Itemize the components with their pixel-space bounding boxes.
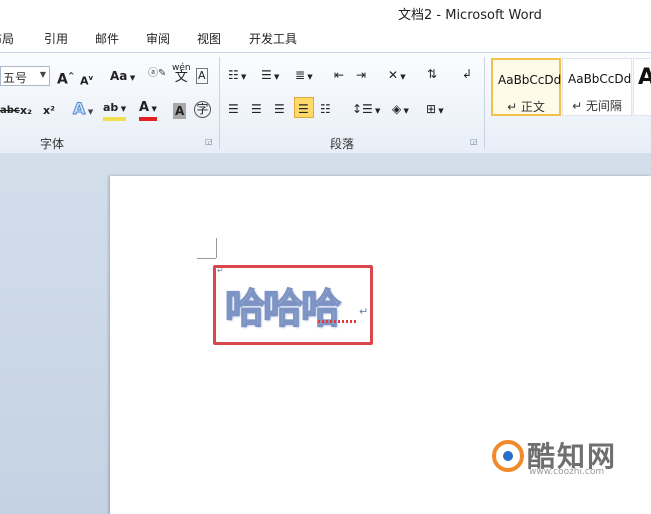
font-group-label: 字体 <box>40 137 65 151</box>
align-center-icon[interactable]: ☰ <box>251 101 262 117</box>
tab-mailings[interactable]: 邮件 <box>95 30 119 47</box>
style-sample: A <box>638 65 651 90</box>
tab-developer[interactable]: 开发工具 <box>249 30 297 47</box>
style-name: ↵ 正文 <box>507 100 545 114</box>
enclose-characters-button[interactable]: 字 <box>194 101 211 118</box>
paragraph-group-label: 段落 <box>330 137 355 151</box>
text-effect-button[interactable]: A ▼ <box>72 100 93 120</box>
watermark-url: www.coozhi.com <box>529 467 605 477</box>
window-title: 文档2 - Microsoft Word <box>398 8 542 23</box>
style-no-spacing[interactable]: AaBbCcDd ↵ 无间隔 <box>562 58 632 116</box>
grow-font-button[interactable]: A^ <box>57 68 75 88</box>
font-size-value: 五号 <box>3 71 28 85</box>
ribbon-tabs: 布局 引用 邮件 审阅 视图 开发工具 <box>0 24 651 52</box>
character-shading-button[interactable]: A <box>173 103 187 119</box>
paragraph-dialog-launcher-icon[interactable]: ◲ <box>470 137 478 146</box>
shrink-font-button[interactable]: Av <box>80 70 93 90</box>
highlight-color-button[interactable]: ab ▼ <box>103 100 127 121</box>
chevron-down-icon: ▼ <box>39 70 46 79</box>
text-highlight-box <box>213 265 373 345</box>
multilevel-list-icon[interactable]: ≣ ▼ <box>295 67 313 85</box>
superscript-button[interactable]: x² <box>43 103 55 119</box>
align-right-icon[interactable]: ☰ <box>274 101 285 117</box>
font-dialog-launcher-icon[interactable]: ◲ <box>205 137 213 146</box>
group-divider <box>484 57 485 149</box>
group-divider <box>219 57 220 149</box>
change-case-button[interactable]: Aa ▼ <box>110 68 135 86</box>
decrease-indent-icon[interactable]: ⇤ <box>334 67 344 83</box>
phonetic-guide-button[interactable]: wén 文 <box>172 63 191 84</box>
show-marks-icon[interactable]: ↲ <box>462 66 472 82</box>
clear-format-icon[interactable]: ⓐ✎ <box>148 66 166 82</box>
strikethrough-button[interactable]: abc <box>0 103 20 119</box>
margin-corner-mark <box>197 258 216 259</box>
style-sample: AaBbCcDd <box>498 73 562 87</box>
style-sample: AaBbCcDd <box>568 72 632 86</box>
font-color-button[interactable]: A ▼ <box>139 100 157 121</box>
watermark: 酷知网 www.coozhi.com <box>491 437 651 485</box>
margin-corner-mark <box>216 238 217 258</box>
borders-icon[interactable]: ⊞ ▼ <box>426 101 444 119</box>
sort-icon[interactable]: ⇅ <box>427 66 437 82</box>
distributed-icon[interactable]: ☷ <box>320 101 331 117</box>
align-left-icon[interactable]: ☰ <box>228 101 239 117</box>
character-border-button[interactable]: A <box>196 68 208 84</box>
tab-references[interactable]: 引用 <box>44 30 68 47</box>
title-bar: 文档2 - Microsoft Word <box>0 0 651 24</box>
tab-review[interactable]: 审阅 <box>146 30 170 47</box>
style-normal[interactable]: AaBbCcDd ↵ 正文 <box>491 58 561 116</box>
tab-layout[interactable]: 布局 <box>0 30 14 47</box>
chinese-layout-icon[interactable]: ✕ ▼ <box>388 67 406 85</box>
font-size-select[interactable]: 五号 ▼ <box>0 66 50 86</box>
increase-indent-icon[interactable]: ⇥ <box>356 67 366 83</box>
tab-view[interactable]: 视图 <box>197 30 221 47</box>
ribbon: 五号 ▼ A^ Av Aa ▼ ⓐ✎ wén 文 A abc x₂ x² A ▼ … <box>0 52 651 154</box>
bullets-icon[interactable]: ☷ ▼ <box>228 67 246 85</box>
style-name: ↵ 无间隔 <box>572 99 622 113</box>
watermark-logo-icon <box>492 440 524 472</box>
shading-icon[interactable]: ◈ ▼ <box>392 101 409 119</box>
subscript-button[interactable]: x₂ <box>20 103 32 119</box>
numbering-icon[interactable]: ☰ ▼ <box>261 67 279 85</box>
style-heading[interactable]: A <box>633 58 651 116</box>
line-spacing-icon[interactable]: ↕☰ ▼ <box>352 101 380 119</box>
justify-icon: ☰ <box>298 102 309 116</box>
